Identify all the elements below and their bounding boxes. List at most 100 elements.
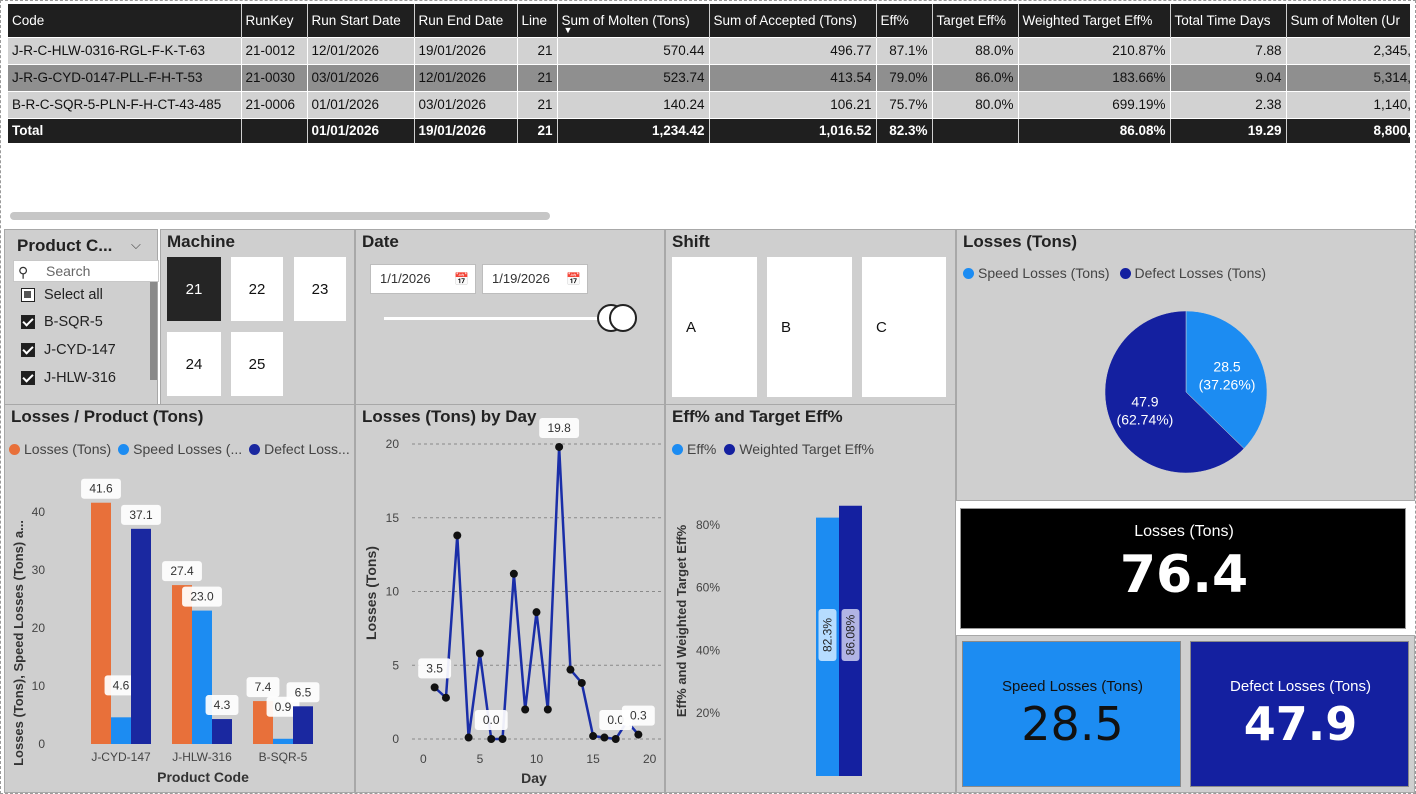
column-header[interactable]: Run End Date <box>414 4 518 37</box>
table-cell: 210.87% <box>1018 36 1171 64</box>
total-cell <box>932 117 1019 143</box>
slicer-item-label: B-SQR-5 <box>44 314 103 330</box>
line-data-label: 0.0 <box>483 713 500 727</box>
end-date-input[interactable]: 1/19/2026 📅 <box>482 264 588 294</box>
total-cell: 19/01/2026 <box>414 117 518 143</box>
bar <box>91 502 111 744</box>
bar <box>212 719 232 744</box>
machine-tile-23[interactable]: 23 <box>294 257 346 321</box>
defect-losses-card: Defect Losses (Tons) 47.9 <box>1190 641 1409 787</box>
calendar-icon[interactable]: 📅 <box>566 265 581 293</box>
machine-slicer-title: Machine <box>167 232 236 251</box>
product-code-slicer: Product C... ⌵ ⚲ Search Select all B-SQR… <box>4 229 159 405</box>
table-cell: 03/01/2026 <box>307 63 415 91</box>
column-header[interactable]: Code <box>8 4 242 37</box>
y-tick-label: 20% <box>696 706 720 720</box>
table-row[interactable]: J-R-G-CYD-0147-PLL-F-H-T-53 21-0030 03/01/… <box>8 63 1410 91</box>
eff-chart[interactable]: 20% 40% 60% 80% Eff% and Weighted Target Eff… <box>666 405 957 794</box>
speed-card-label: Speed Losses (Tons) <box>1002 678 1143 695</box>
checkbox[interactable] <box>21 315 35 329</box>
losses-by-product-chart[interactable]: 0 10 20 30 40 Losses (Tons), Speed Losses (To… <box>5 405 356 794</box>
table-row[interactable]: J-R-C-HLW-0316-RGL-F-K-T-63 21-0012 12/01/… <box>8 36 1410 64</box>
shift-tile-b[interactable]: B <box>767 257 852 397</box>
slicer-item-j-hlw-316[interactable]: J-HLW-316 <box>21 370 116 386</box>
y-tick-label: 0 <box>38 737 45 751</box>
column-header[interactable]: Sum of Molten (Ur <box>1286 4 1410 37</box>
slicer-item-j-cyd-147[interactable]: J-CYD-147 <box>21 342 116 358</box>
data-point <box>634 730 643 739</box>
machine-tile-25[interactable]: 25 <box>231 332 283 396</box>
bar <box>111 717 131 744</box>
column-header[interactable]: Run Start Date <box>307 4 415 37</box>
bar-data-label: 37.1 <box>129 508 153 522</box>
machine-tile-21[interactable]: 21 <box>167 257 221 321</box>
data-point <box>600 733 609 742</box>
column-header[interactable]: RunKey <box>241 4 308 37</box>
losses-by-day-chart[interactable]: 0 5 10 15 20 0 5 10 15 20 Losses (Tons) Day 3.5 0.0 19… <box>356 405 666 794</box>
column-header[interactable]: Eff% <box>876 4 933 37</box>
column-header[interactable]: Sum of Molten (Tons) ▼ <box>557 4 710 37</box>
bar <box>293 706 313 744</box>
eff-panel: Eff% and Target Eff% Eff% Weighted Targe… <box>665 404 956 793</box>
checkbox[interactable] <box>21 371 35 385</box>
speed-losses-card: Speed Losses (Tons) 28.5 <box>962 641 1181 787</box>
x-axis-title: Day <box>521 770 547 786</box>
column-header[interactable]: Total Time Days <box>1170 4 1287 37</box>
data-point <box>509 569 518 578</box>
y-tick-label: 10 <box>386 585 400 599</box>
losses-pie-chart[interactable]: 28.5 (37.26%) 47.9 (62.74%) <box>957 230 1416 502</box>
start-date-value: 1/1/2026 <box>380 271 431 286</box>
total-cell <box>241 117 308 143</box>
bar-data-label: 4.3 <box>214 698 231 712</box>
date-range-slider[interactable] <box>384 317 624 320</box>
table-cell: 12/01/2026 <box>414 63 518 91</box>
speed-defect-cards-panel: Speed Losses (Tons) 28.5 Defect Losses (… <box>956 635 1415 793</box>
slider-end-handle[interactable] <box>609 304 637 332</box>
slicer-scrollbar[interactable] <box>150 282 157 380</box>
column-header[interactable]: Target Eff% <box>932 4 1019 37</box>
table-cell: 88.0% <box>932 36 1019 64</box>
data-point <box>487 735 496 743</box>
pie-value-label: 47.9 <box>1131 393 1158 409</box>
calendar-icon[interactable]: 📅 <box>454 265 469 293</box>
bar <box>131 528 151 744</box>
losses-card: Losses (Tons) 76.4 <box>960 508 1406 629</box>
shift-tile-c[interactable]: C <box>862 257 946 397</box>
column-header[interactable]: Line <box>517 4 558 37</box>
chevron-down-icon[interactable]: ⌵ <box>131 238 141 253</box>
table-cell: 79.0% <box>876 63 933 91</box>
machine-tile-24[interactable]: 24 <box>167 332 221 396</box>
date-slicer-title: Date <box>362 232 399 251</box>
series-line <box>433 446 640 741</box>
bar-data-label: 27.4 <box>170 564 194 578</box>
table-horizontal-scrollbar[interactable] <box>10 212 550 220</box>
column-header[interactable]: Weighted Target Eff% <box>1018 4 1171 37</box>
y-tick-label: 15 <box>386 511 400 525</box>
select-all-checkbox[interactable] <box>21 288 35 302</box>
end-date-value: 1/19/2026 <box>492 271 550 286</box>
slicer-item-label: J-CYD-147 <box>44 342 116 358</box>
bar-data-label: 7.4 <box>255 680 272 694</box>
slicer-search-input[interactable]: ⚲ Search <box>13 260 159 282</box>
date-slicer: Date 1/1/2026 📅 1/19/2026 📅 <box>355 229 665 405</box>
column-header[interactable]: Sum of Accepted (Tons) <box>709 4 877 37</box>
losses-card-panel: Losses (Tons) 76.4 <box>956 501 1415 635</box>
bar-data-label: 4.6 <box>113 678 130 692</box>
data-point <box>577 678 586 687</box>
table-cell: 413.54 <box>709 63 877 91</box>
table-row[interactable]: B-R-C-SQR-5-PLN-F-H-CT-43-485 21-0006 01/0… <box>8 90 1410 118</box>
runs-table[interactable]: Code RunKey Run Start Date Run End Date Line… <box>8 4 1410 144</box>
line-data-label: 0.3 <box>630 709 647 723</box>
checkbox[interactable] <box>21 343 35 357</box>
machine-tile-22[interactable]: 22 <box>231 257 283 321</box>
shift-tile-a[interactable]: A <box>672 257 757 397</box>
y-tick-label: 60% <box>696 581 720 595</box>
start-date-input[interactable]: 1/1/2026 📅 <box>370 264 476 294</box>
data-point <box>589 732 598 741</box>
pie-pct-label: (62.74%) <box>1117 411 1174 427</box>
table-cell: J-R-G-CYD-0147-PLL-F-H-T-53 <box>8 63 242 91</box>
select-all-item[interactable]: Select all <box>21 287 103 303</box>
data-point <box>611 735 620 743</box>
slicer-item-b-sqr-5[interactable]: B-SQR-5 <box>21 314 103 330</box>
sort-descending-icon[interactable]: ▼ <box>564 25 573 35</box>
